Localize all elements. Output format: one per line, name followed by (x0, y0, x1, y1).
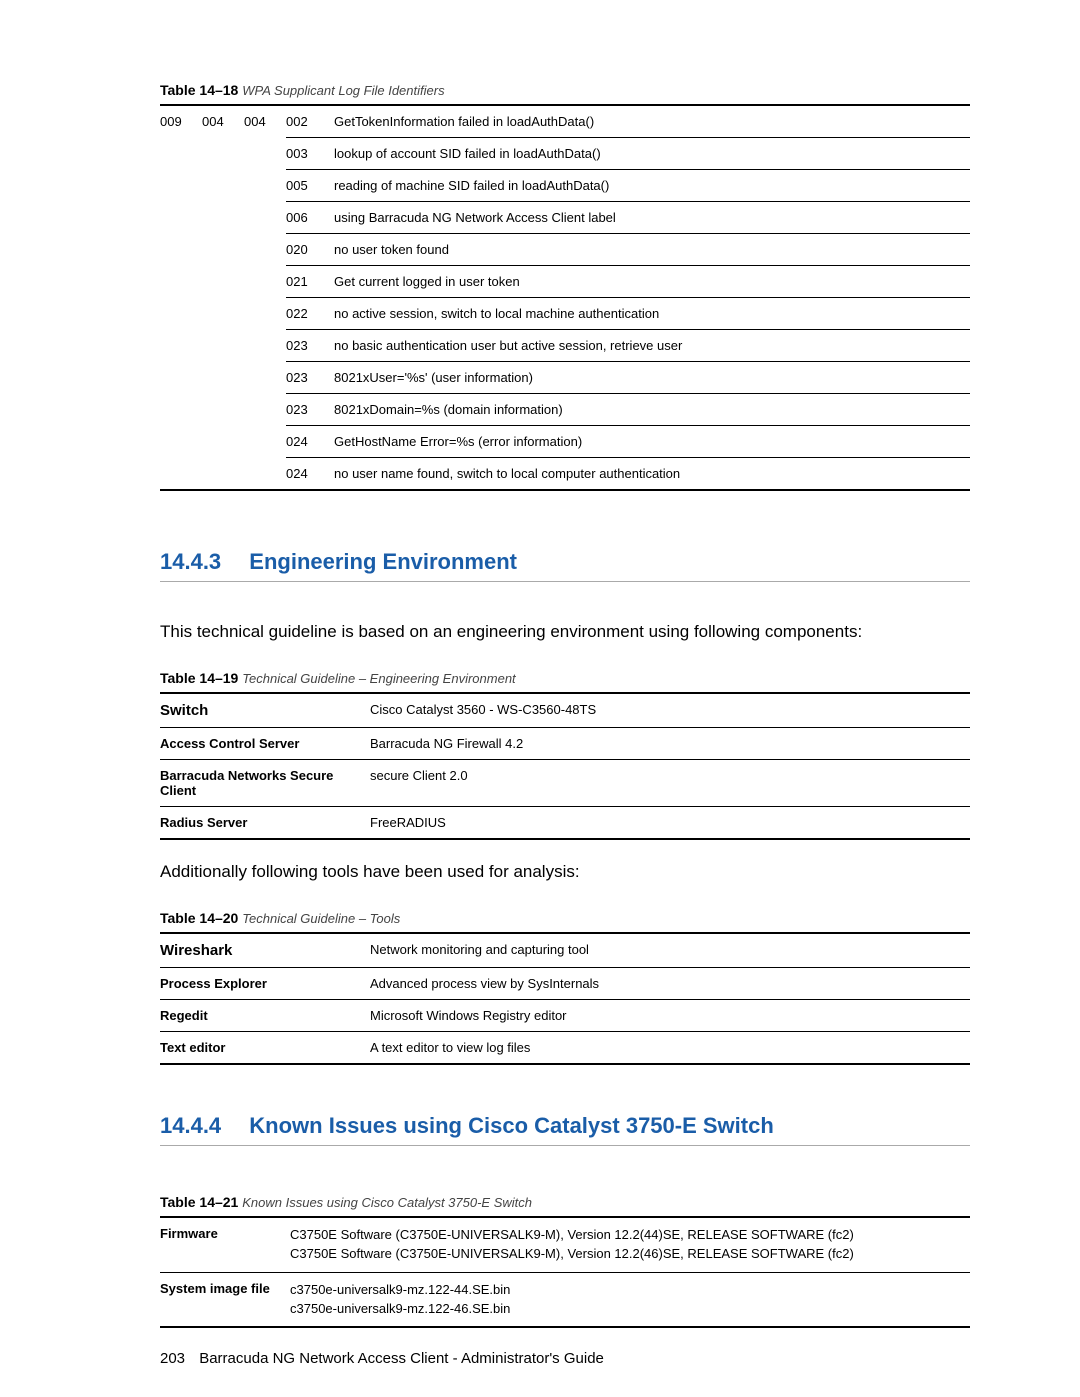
table-caption-number: Table 14–19 (160, 670, 238, 686)
table-key: Firmware (160, 1226, 290, 1264)
tbl18-code: 023 (286, 330, 328, 361)
table-row: 005reading of machine SID failed in load… (286, 169, 970, 201)
tbl18-message: no user name found, switch to local comp… (328, 458, 970, 489)
table-caption-number: Table 14–21 (160, 1194, 238, 1210)
table-key: Wireshark (160, 942, 370, 959)
tbl18-code: 003 (286, 138, 328, 169)
heading-14-4-3: 14.4.3 Engineering Environment (160, 549, 970, 582)
tbl18-col1: 009 (160, 106, 202, 137)
page-number: 203 (160, 1350, 185, 1367)
table-row: 0238021xDomain=%s (domain information) (286, 393, 970, 425)
table-key: Regedit (160, 1008, 370, 1023)
tbl18-code: 002 (286, 106, 328, 137)
table-caption-title: Technical Guideline – Engineering Enviro… (242, 671, 515, 686)
heading-title: Engineering Environment (249, 549, 517, 574)
tbl18-message: GetHostName Error=%s (error information) (328, 426, 970, 457)
tbl18-code: 024 (286, 426, 328, 457)
tbl18-code: 022 (286, 298, 328, 329)
table-key: System image file (160, 1281, 290, 1319)
table-14-20-caption: Table 14–20 Technical Guideline – Tools (160, 910, 970, 926)
table-row: RegeditMicrosoft Windows Registry editor (160, 1000, 970, 1032)
table-14-18-caption: Table 14–18 WPA Supplicant Log File Iden… (160, 82, 970, 98)
table-caption-number: Table 14–18 (160, 82, 238, 98)
table-value: Network monitoring and capturing tool (370, 942, 589, 959)
table-value: Barracuda NG Firewall 4.2 (370, 736, 523, 751)
tbl18-code: 006 (286, 202, 328, 233)
table-value: Advanced process view by SysInternals (370, 976, 599, 991)
table-key: Process Explorer (160, 976, 370, 991)
tbl18-message: reading of machine SID failed in loadAut… (328, 170, 970, 201)
tbl18-message: 8021xUser='%s' (user information) (328, 362, 970, 393)
table-value: c3750e-universalk9-mz.122-44.SE.binc3750… (290, 1281, 510, 1319)
table-row: FirmwareC3750E Software (C3750E-UNIVERSA… (160, 1218, 970, 1273)
tbl18-code: 024 (286, 458, 328, 489)
table-row: 023no basic authentication user but acti… (286, 329, 970, 361)
tools-intro: Additionally following tools have been u… (160, 862, 970, 882)
tbl18-col2: 004 (202, 106, 244, 137)
table-row: 0238021xUser='%s' (user information) (286, 361, 970, 393)
tbl18-code: 023 (286, 394, 328, 425)
heading-title: Known Issues using Cisco Catalyst 3750-E… (249, 1113, 774, 1138)
tbl18-code: 023 (286, 362, 328, 393)
table-row: Access Control ServerBarracuda NG Firewa… (160, 728, 970, 760)
table-value: C3750E Software (C3750E-UNIVERSALK9-M), … (290, 1226, 854, 1264)
table-row: 002GetTokenInformation failed in loadAut… (286, 106, 970, 137)
table-14-19-caption: Table 14–19 Technical Guideline – Engine… (160, 670, 970, 686)
table-14-20: WiresharkNetwork monitoring and capturin… (160, 932, 970, 1065)
footer-title: Barracuda NG Network Access Client - Adm… (199, 1350, 604, 1367)
table-row: 024GetHostName Error=%s (error informati… (286, 425, 970, 457)
tbl18-code: 005 (286, 170, 328, 201)
section1-intro: This technical guideline is based on an … (160, 622, 970, 642)
tbl18-col3: 004 (244, 106, 286, 137)
table-key: Access Control Server (160, 736, 370, 751)
table-row: Process ExplorerAdvanced process view by… (160, 968, 970, 1000)
table-row: 021Get current logged in user token (286, 265, 970, 297)
table-key: Radius Server (160, 815, 370, 830)
tbl18-message: lookup of account SID failed in loadAuth… (328, 138, 970, 169)
table-row: Barracuda Networks Secure Clientsecure C… (160, 760, 970, 807)
table-key: Text editor (160, 1040, 370, 1055)
table-key: Switch (160, 702, 370, 719)
table-value: A text editor to view log files (370, 1040, 530, 1055)
table-caption-title: Technical Guideline – Tools (242, 911, 400, 926)
table-row: Radius ServerFreeRADIUS (160, 807, 970, 838)
tbl18-message: Get current logged in user token (328, 266, 970, 297)
table-caption-number: Table 14–20 (160, 910, 238, 926)
tbl18-message: using Barracuda NG Network Access Client… (328, 202, 970, 233)
tbl18-message: no basic authentication user but active … (328, 330, 970, 361)
table-row: 022no active session, switch to local ma… (286, 297, 970, 329)
table-14-21: FirmwareC3750E Software (C3750E-UNIVERSA… (160, 1216, 970, 1328)
table-row: 024no user name found, switch to local c… (286, 457, 970, 489)
table-row: 020no user token found (286, 233, 970, 265)
table-value: FreeRADIUS (370, 815, 446, 830)
table-caption-title: WPA Supplicant Log File Identifiers (242, 83, 444, 98)
tbl18-code: 020 (286, 234, 328, 265)
heading-14-4-4: 14.4.4 Known Issues using Cisco Catalyst… (160, 1113, 970, 1146)
tbl18-message: no active session, switch to local machi… (328, 298, 970, 329)
tbl18-message: 8021xDomain=%s (domain information) (328, 394, 970, 425)
table-row: Text editorA text editor to view log fil… (160, 1032, 970, 1063)
table-14-18: 009 004 004 002GetTokenInformation faile… (160, 104, 970, 491)
tbl18-message: no user token found (328, 234, 970, 265)
table-row: 003lookup of account SID failed in loadA… (286, 137, 970, 169)
heading-number: 14.4.3 (160, 549, 221, 574)
table-caption-title: Known Issues using Cisco Catalyst 3750-E… (242, 1195, 532, 1210)
table-row: 006using Barracuda NG Network Access Cli… (286, 201, 970, 233)
document-page: Table 14–18 WPA Supplicant Log File Iden… (0, 0, 1080, 1397)
page-footer: 203 Barracuda NG Network Access Client -… (160, 1350, 604, 1367)
tbl18-code: 021 (286, 266, 328, 297)
table-key: Barracuda Networks Secure Client (160, 768, 370, 798)
table-row: System image filec3750e-universalk9-mz.1… (160, 1273, 970, 1327)
table-row: WiresharkNetwork monitoring and capturin… (160, 934, 970, 968)
heading-number: 14.4.4 (160, 1113, 221, 1138)
table-value: secure Client 2.0 (370, 768, 468, 798)
table-value: Cisco Catalyst 3560 - WS-C3560-48TS (370, 702, 596, 719)
table-14-19: SwitchCisco Catalyst 3560 - WS-C3560-48T… (160, 692, 970, 840)
table-row: SwitchCisco Catalyst 3560 - WS-C3560-48T… (160, 694, 970, 728)
table-14-21-caption: Table 14–21 Known Issues using Cisco Cat… (160, 1194, 970, 1210)
table-value: Microsoft Windows Registry editor (370, 1008, 567, 1023)
tbl18-message: GetTokenInformation failed in loadAuthDa… (328, 106, 970, 137)
